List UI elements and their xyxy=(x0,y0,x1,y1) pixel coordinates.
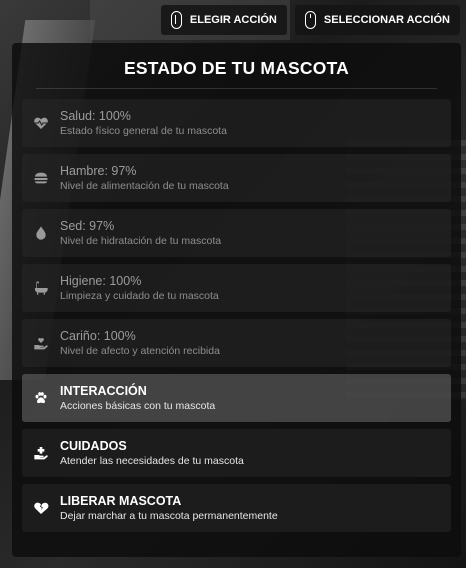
title-divider xyxy=(36,88,437,89)
arrow-keys-icon xyxy=(170,11,182,29)
droplet-icon xyxy=(22,225,60,241)
stat-label: Sed: 97% xyxy=(60,218,115,233)
stat-label: Hambre: 97% xyxy=(60,163,137,178)
action-description: Dejar marchar a tu mascota permanentemen… xyxy=(60,509,278,522)
stat-description: Limpieza y cuidado de tu mascota xyxy=(60,289,219,302)
stat-row-health: Salud: 100% Estado físico general de tu … xyxy=(22,99,451,147)
action-description: Acciones básicas con tu mascota xyxy=(60,399,216,412)
choose-action-hint[interactable]: ELEGIR ACCIÓN xyxy=(160,5,287,35)
action-label: INTERACCIÓN xyxy=(60,383,147,398)
action-label: CUIDADOS xyxy=(60,438,127,453)
choose-action-label: ELEGIR ACCIÓN xyxy=(189,14,277,26)
burger-icon xyxy=(22,170,60,186)
action-care-button[interactable]: CUIDADOS Atender las necesidades de tu m… xyxy=(22,429,451,477)
stat-row-hunger: Hambre: 97% Nivel de alimentación de tu … xyxy=(22,154,451,202)
action-release-pet-button[interactable]: LIBERAR MASCOTA Dejar marchar a tu masco… xyxy=(22,484,451,532)
paw-icon xyxy=(22,390,60,406)
stat-label: Cariño: 100% xyxy=(60,328,136,343)
stat-description: Nivel de alimentación de tu mascota xyxy=(60,179,229,192)
action-interaction-button[interactable]: INTERACCIÓN Acciones básicas con tu masc… xyxy=(22,374,451,422)
stat-description: Nivel de afecto y atención recibida xyxy=(60,344,220,357)
stat-row-thirst: Sed: 97% Nivel de hidratación de tu masc… xyxy=(22,209,451,257)
select-action-label: SELECCIONAR ACCIÓN xyxy=(323,14,450,26)
select-action-hint[interactable]: SELECCIONAR ACCIÓN xyxy=(294,5,460,35)
action-label: LIBERAR MASCOTA xyxy=(60,493,182,508)
heart-crack-icon xyxy=(22,500,60,516)
action-description: Atender las necesidades de tu mascota xyxy=(60,454,244,467)
stat-label: Salud: 100% xyxy=(60,108,131,123)
hand-heart-icon xyxy=(22,335,60,351)
mouse-icon xyxy=(304,11,316,29)
hand-holding-medical-icon xyxy=(22,445,60,461)
stat-row-hygiene: Higiene: 100% Limpieza y cuidado de tu m… xyxy=(22,264,451,312)
pet-status-panel: ESTADO DE TU MASCOTA Salud: 100% Estado … xyxy=(12,43,461,557)
heart-pulse-icon xyxy=(22,115,60,131)
bathtub-icon xyxy=(22,280,60,296)
panel-title: ESTADO DE TU MASCOTA xyxy=(123,58,349,78)
key-hints-bar: ELEGIR ACCIÓN SELECCIONAR ACCIÓN xyxy=(160,5,460,35)
stat-row-affection: Cariño: 100% Nivel de afecto y atención … xyxy=(22,319,451,367)
stat-label: Higiene: 100% xyxy=(60,273,142,288)
stat-description: Estado físico general de tu mascota xyxy=(60,124,227,137)
stat-description: Nivel de hidratación de tu mascota xyxy=(60,234,222,247)
